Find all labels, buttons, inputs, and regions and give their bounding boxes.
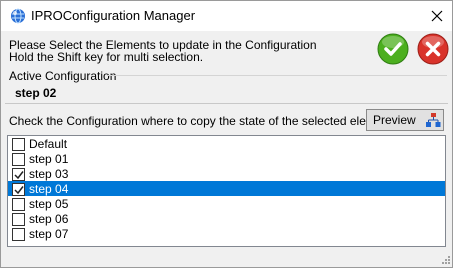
- checkmark-icon: [14, 186, 24, 195]
- active-configuration-value: step 02: [15, 86, 57, 100]
- configuration-label: Default: [29, 137, 68, 151]
- configuration-list-item[interactable]: step 07: [8, 226, 445, 241]
- resize-grip-icon[interactable]: [439, 255, 451, 267]
- active-configuration-label: Active Configuration: [9, 69, 117, 83]
- configuration-checkbox[interactable]: [12, 213, 25, 226]
- configuration-list-item[interactable]: step 03: [8, 166, 445, 181]
- configuration-checkbox[interactable]: [12, 228, 25, 241]
- configuration-checkbox[interactable]: [12, 138, 25, 151]
- instructions: Please Select the Elements to update in …: [9, 39, 317, 63]
- configuration-label: step 07: [29, 227, 69, 241]
- preview-button-label: Preview: [373, 113, 416, 127]
- window-title: IPROConfiguration Manager: [31, 8, 196, 23]
- configuration-label: step 01: [29, 152, 69, 166]
- configuration-list-item[interactable]: Default: [8, 136, 445, 151]
- configuration-list-item[interactable]: step 04: [8, 181, 445, 196]
- configuration-list-item[interactable]: step 06: [8, 211, 445, 226]
- configuration-checkbox[interactable]: [12, 183, 25, 196]
- preview-button[interactable]: Preview: [366, 109, 444, 131]
- configuration-manager-window: IPROConfiguration Manager Please Select …: [0, 0, 453, 268]
- cancel-x-button[interactable]: [417, 33, 449, 65]
- app-globe-icon: [11, 8, 25, 24]
- ok-checkmark-button[interactable]: [377, 33, 409, 65]
- title-bar[interactable]: IPROConfiguration Manager: [1, 1, 452, 31]
- close-icon[interactable]: [424, 4, 450, 28]
- configuration-checkbox[interactable]: [12, 198, 25, 211]
- instruction-line-2: Hold the Shift key for multi selection.: [9, 50, 204, 64]
- configuration-label: step 05: [29, 197, 69, 211]
- configuration-list[interactable]: Default step 01 step 03 step 04 step 05 step …: [7, 135, 446, 247]
- configuration-list-item[interactable]: step 05: [8, 196, 445, 211]
- copy-target-label: Check the Configuration where to copy th…: [9, 114, 399, 128]
- configuration-label: step 03: [29, 167, 69, 181]
- group-divider: [107, 75, 447, 76]
- section-divider: [5, 103, 448, 104]
- configuration-checkbox[interactable]: [12, 153, 25, 166]
- configuration-label: step 06: [29, 212, 69, 226]
- checkmark-icon: [14, 171, 24, 180]
- configuration-checkbox[interactable]: [12, 168, 25, 181]
- configuration-label: step 04: [29, 182, 69, 196]
- hierarchy-icon: [426, 113, 441, 127]
- configuration-list-item[interactable]: step 01: [8, 151, 445, 166]
